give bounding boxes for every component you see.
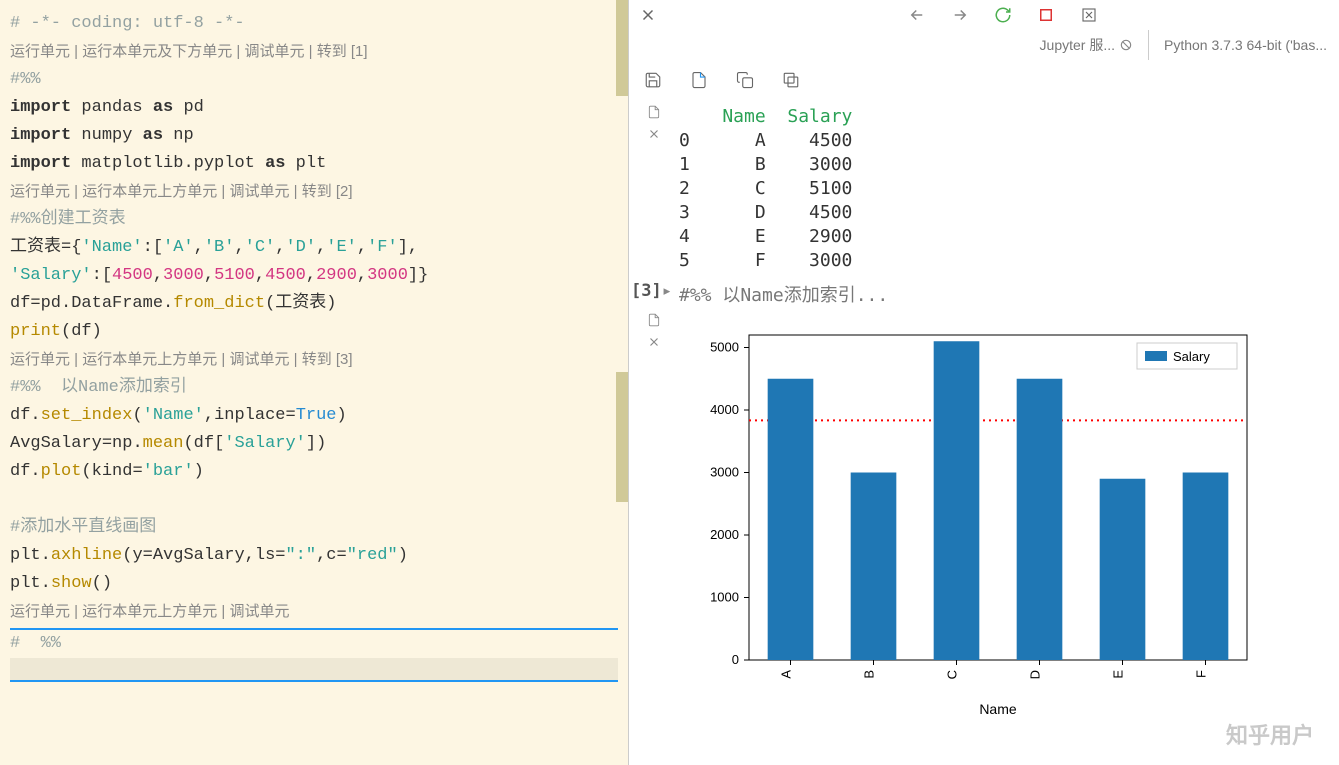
svg-text:B: B	[862, 670, 877, 679]
copy-icon[interactable]	[736, 71, 754, 89]
hline-comment: #添加水平直线画图	[10, 518, 156, 537]
save-icon[interactable]	[644, 71, 662, 89]
export-icon[interactable]	[690, 71, 708, 89]
import-matplotlib[interactable]: import matplotlib.pyplot as plt	[10, 150, 618, 178]
set-index-line[interactable]: df.set_index('Name',inplace=True)	[10, 402, 618, 430]
cell3-marker: #%% 以Name添加索引	[10, 378, 187, 397]
import-pandas[interactable]: import pandas as pd	[10, 94, 618, 122]
df-assign-line[interactable]: df=pd.DataFrame.from_dict(工资表)	[10, 290, 618, 318]
delete-output-icon[interactable]	[647, 127, 661, 141]
svg-text:D: D	[1028, 670, 1043, 679]
svg-text:2000: 2000	[710, 527, 739, 542]
avg-salary-line[interactable]: AvgSalary=np.mean(df['Salary'])	[10, 430, 618, 458]
encoding-comment: # -*- coding: utf-8 -*-	[10, 14, 245, 33]
active-input-line[interactable]	[10, 658, 618, 682]
kernel-status[interactable]: Python 3.7.3 64-bit ('bas...	[1164, 37, 1327, 53]
goto-code-icon[interactable]	[647, 105, 661, 119]
svg-text:A: A	[779, 670, 794, 679]
svg-text:4000: 4000	[710, 402, 739, 417]
top-toolbar	[629, 0, 1339, 30]
goto-code-icon[interactable]	[647, 313, 661, 327]
cell4-controls[interactable]: 运行单元 | 运行本单元上方单元 | 调试单元	[10, 598, 618, 626]
axhline-line[interactable]: plt.axhline(y=AvgSalary,ls=":",c="red")	[10, 542, 618, 570]
svg-text:1000: 1000	[710, 590, 739, 605]
svg-text:3000: 3000	[710, 465, 739, 480]
print-line[interactable]: print(df)	[10, 318, 618, 346]
watermark: 知乎用户	[1226, 718, 1314, 750]
code-editor-panel[interactable]: # -*- coding: utf-8 -*- 运行单元 | 运行本单元及下方单…	[0, 0, 628, 765]
editor-scrollbar[interactable]	[616, 0, 628, 765]
svg-text:0: 0	[732, 652, 739, 667]
scrollbar-thumb[interactable]	[616, 372, 628, 502]
status-bar: Jupyter 服... Python 3.7.3 64-bit ('bas..…	[629, 30, 1339, 60]
bar-chart: 0 1000 2000 3000 4000 5000 A B C D E F Name Salary	[679, 313, 1277, 728]
import-numpy[interactable]: import numpy as np	[10, 122, 618, 150]
interrupt-icon[interactable]	[1037, 6, 1055, 24]
svg-text:Salary: Salary	[1173, 349, 1210, 364]
close-icon[interactable]	[639, 6, 657, 24]
dataframe-output: Name Salary 0 A 4500 1 B 3000 2 C 5100 3…	[679, 105, 1339, 273]
cell1-controls[interactable]: 运行单元 | 运行本单元及下方单元 | 调试单元 | 转到 [1]	[10, 38, 618, 66]
clear-icon[interactable]	[1080, 6, 1098, 24]
plot-line[interactable]: df.plot(kind='bar')	[10, 458, 618, 486]
scrollbar-thumb[interactable]	[616, 0, 628, 96]
cell2-marker: #%%创建工资表	[10, 210, 126, 229]
delete-output-icon[interactable]	[647, 335, 661, 349]
next-icon[interactable]	[951, 6, 969, 24]
show-line[interactable]: plt.show()	[10, 570, 618, 598]
cell4-marker: # %%	[10, 634, 61, 653]
prev-icon[interactable]	[908, 6, 926, 24]
exec-count: [3]	[631, 281, 662, 301]
output-panel: Jupyter 服... Python 3.7.3 64-bit ('bas..…	[628, 0, 1339, 765]
svg-text:E: E	[1111, 670, 1126, 679]
second-toolbar	[629, 60, 1339, 100]
jupyter-server-status[interactable]: Jupyter 服...	[1040, 35, 1133, 55]
dict-line2[interactable]: 'Salary':[4500,3000,5100,4500,2900,3000]…	[10, 262, 618, 290]
cell-output-header: #%% 以Name添加索引...	[679, 281, 888, 307]
cell2-controls[interactable]: 运行单元 | 运行本单元上方单元 | 调试单元 | 转到 [2]	[10, 178, 618, 206]
svg-text:Name: Name	[979, 701, 1017, 717]
svg-text:F: F	[1194, 670, 1209, 678]
dict-line1[interactable]: 工资表={'Name':['A','B','C','D','E','F'],	[10, 234, 618, 262]
svg-text:5000: 5000	[710, 340, 739, 355]
disconnect-icon	[1119, 38, 1133, 52]
cell1-marker: #%%	[10, 70, 41, 89]
restart-icon[interactable]	[994, 6, 1012, 24]
expand-icon[interactable]	[782, 71, 800, 89]
svg-text:C: C	[945, 670, 960, 679]
cell3-controls[interactable]: 运行单元 | 运行本单元上方单元 | 调试单元 | 转到 [3]	[10, 346, 618, 374]
